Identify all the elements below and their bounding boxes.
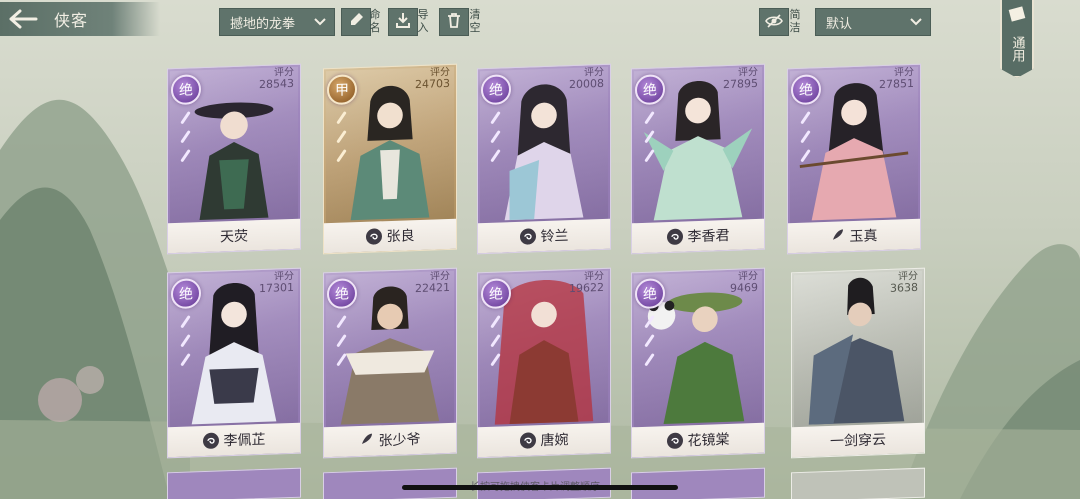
clear-label: 清空	[469, 8, 481, 34]
home-indicator[interactable]	[402, 485, 678, 490]
character-card-grid: 绝 评分 28543 天荧 甲 评分 24703 张良 绝 评分 20008 铃兰	[0, 0, 1080, 499]
general-tab-label: 通用	[1009, 36, 1025, 62]
character-name: 铃兰	[540, 228, 569, 246]
character-card[interactable]: 绝 评分 19622 唐婉	[477, 267, 611, 459]
import-label: 导入	[417, 8, 429, 34]
character-name-bar: 铃兰	[478, 218, 610, 254]
sort-select-value: 默认	[826, 16, 853, 32]
page-title: 侠客	[54, 11, 89, 30]
sword-rank-icons	[335, 314, 349, 367]
sect-emblem-icon	[666, 432, 683, 450]
sword-rank-icons	[179, 314, 193, 367]
general-tab-button[interactable]: 通用	[1000, 0, 1034, 78]
score-display: 评分 17301	[259, 270, 294, 296]
rename-button[interactable]	[341, 8, 371, 36]
character-card[interactable]: 绝 评分 28543 天荧	[167, 63, 301, 255]
sword-rank-icons	[643, 314, 657, 367]
character-name: 花镜棠	[687, 431, 730, 450]
back-button[interactable]: 侠客	[0, 2, 160, 36]
skill-select-value: 撼地的龙拳	[230, 16, 296, 32]
partial-card	[167, 467, 301, 499]
character-name-bar: 李香君	[632, 218, 764, 254]
score-display: 评分 9469	[730, 270, 758, 295]
character-name-bar: 李佩芷	[168, 422, 300, 458]
simple-view-button[interactable]	[759, 8, 789, 36]
skill-select[interactable]: 撼地的龙拳	[219, 8, 335, 36]
character-name-bar: 花镜棠	[632, 422, 764, 458]
character-name: 唐婉	[540, 432, 569, 450]
sword-rank-icons	[179, 110, 193, 163]
score-display: 评分 3638	[890, 270, 918, 295]
character-name: 天荧	[220, 228, 248, 246]
feather-icon	[831, 227, 845, 245]
clear-button[interactable]	[439, 8, 469, 36]
feather-icon	[360, 432, 374, 450]
partial-card	[631, 467, 765, 499]
score-display: 评分 22421	[415, 270, 450, 296]
character-name: 张良	[386, 228, 415, 246]
character-name-bar: 张少爷	[324, 422, 456, 458]
character-card[interactable]: 绝 评分 17301 李佩芷	[167, 267, 301, 459]
score-display: 评分 28543	[259, 66, 294, 92]
character-name: 玉真	[849, 228, 878, 246]
chevron-down-icon	[314, 15, 326, 30]
score-display: 评分 24703	[415, 66, 450, 92]
simple-view-label: 简洁	[789, 8, 801, 34]
partial-card	[323, 467, 457, 499]
chevron-down-icon	[910, 15, 922, 30]
import-button[interactable]	[388, 8, 418, 36]
character-name-bar: 张良	[324, 218, 456, 254]
character-card[interactable]: 甲 评分 24703 张良	[323, 63, 457, 255]
score-display: 评分 27895	[723, 66, 758, 92]
character-name-bar: 唐婉	[478, 422, 610, 458]
sect-emblem-icon	[519, 432, 536, 449]
sect-emblem-icon	[365, 228, 382, 245]
partial-card	[791, 467, 925, 499]
character-card[interactable]: 绝 评分 9469 花镜棠	[631, 267, 765, 459]
scroll-icon	[1007, 6, 1027, 26]
sect-emblem-icon	[519, 228, 536, 245]
character-card[interactable]: 绝 评分 27895 李香君	[631, 63, 765, 255]
rename-label: 命名	[369, 8, 381, 34]
character-name: 李香君	[687, 227, 730, 246]
trash-icon	[446, 12, 462, 32]
sword-rank-icons	[489, 110, 503, 163]
character-name: 李佩芷	[223, 431, 266, 450]
brush-icon	[348, 12, 364, 32]
sword-rank-icons	[643, 110, 657, 163]
download-icon	[395, 12, 411, 32]
sword-rank-icons	[489, 314, 503, 367]
score-display: 评分 19622	[569, 270, 604, 296]
eye-slash-icon	[765, 13, 783, 32]
sword-rank-icons	[799, 110, 813, 163]
sect-emblem-icon	[202, 432, 219, 450]
top-bar: 侠客 撼地的龙拳 命名 导入 清空 简洁 默认	[0, 0, 1080, 44]
score-display: 评分 27851	[879, 66, 914, 92]
score-display: 评分 20008	[569, 66, 604, 92]
character-card[interactable]: 绝 评分 20008 铃兰	[477, 63, 611, 255]
sword-rank-icons	[335, 110, 349, 163]
character-name-bar: 天荧	[168, 218, 300, 254]
character-name-bar: 玉真	[788, 218, 920, 254]
character-name: 一剑穿云	[830, 432, 886, 450]
character-name: 张少爷	[378, 431, 421, 450]
character-card[interactable]: 绝 评分 22421 张少爷	[323, 267, 457, 459]
sort-select[interactable]: 默认	[815, 8, 931, 36]
character-card[interactable]: 绝 评分 27851 玉真	[787, 63, 921, 255]
sect-emblem-icon	[666, 228, 683, 246]
character-card[interactable]: 评分 3638 一剑穿云	[791, 267, 925, 459]
back-arrow-icon	[0, 4, 46, 34]
character-name-bar: 一剑穿云	[792, 422, 924, 458]
